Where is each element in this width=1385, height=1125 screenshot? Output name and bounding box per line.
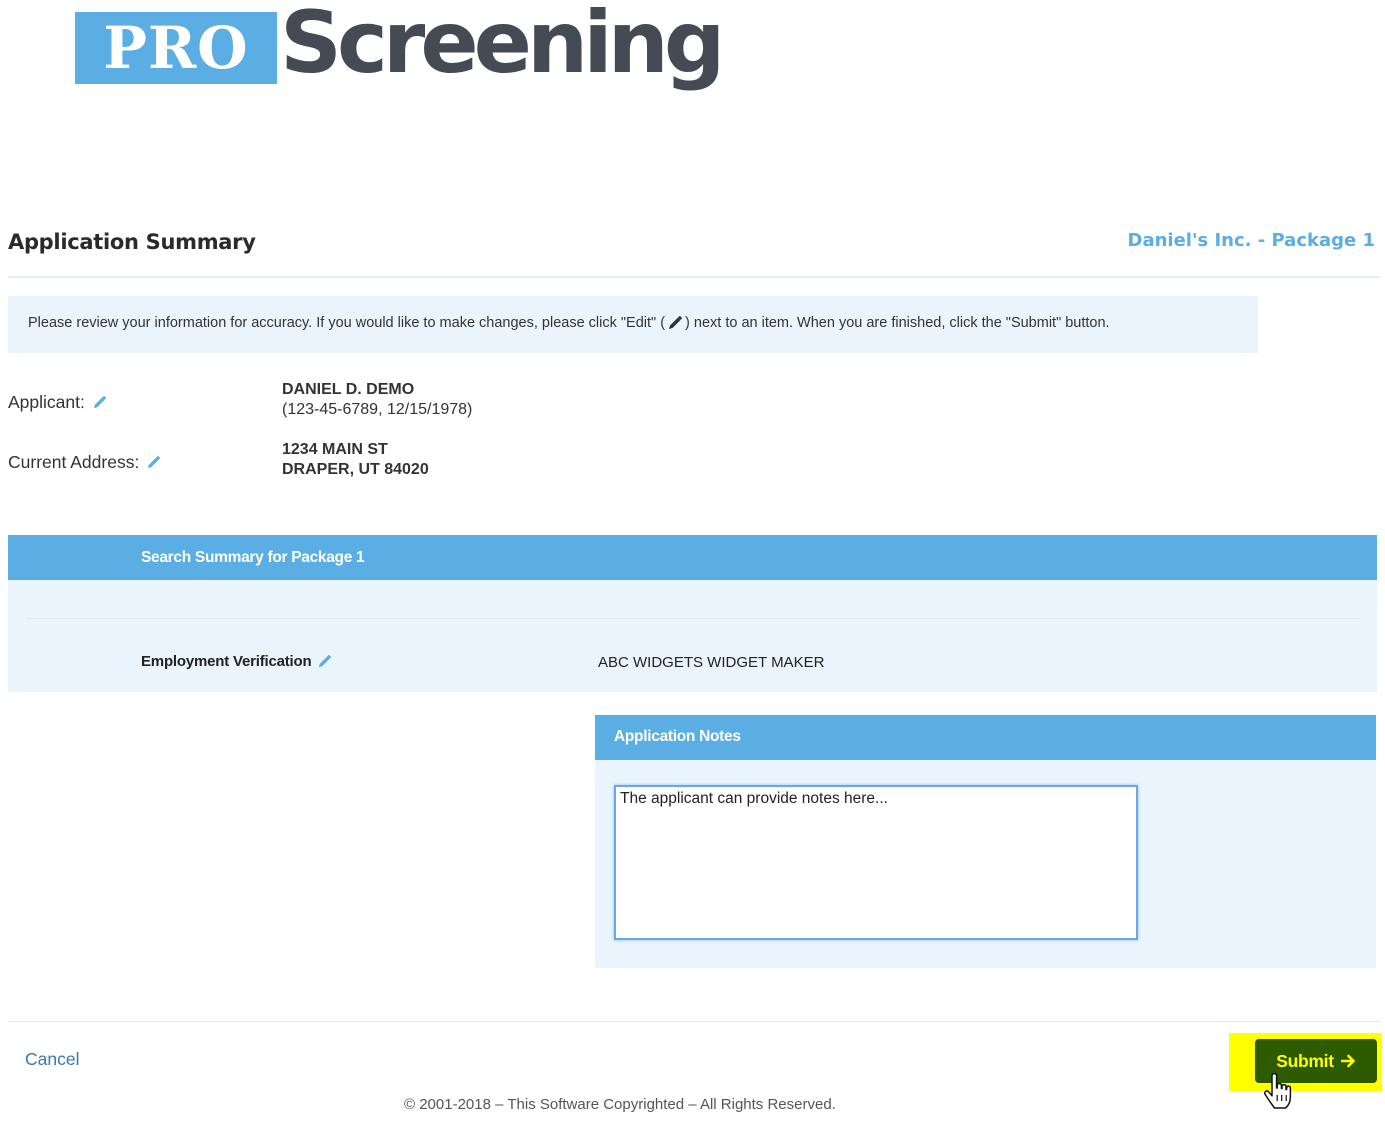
search-item-value: ABC WIDGETS WIDGET MAKER: [598, 654, 825, 671]
footer-divider: [8, 1021, 1380, 1022]
notes-header: Application Notes: [595, 715, 1376, 760]
logo-screening-text: Screening: [280, 0, 725, 93]
address-value: 1234 MAIN ST DRAPER, UT 84020: [282, 440, 429, 480]
package-name: Daniel's Inc. - Package 1: [1127, 230, 1376, 251]
info-text-before: Please review your information for accur…: [28, 315, 666, 331]
search-summary-body: Employment Verification ABC WIDGETS WIDG…: [8, 580, 1377, 692]
applicant-value: DANIEL D. DEMO (123-45-6789, 12/15/1978): [282, 380, 472, 420]
row-divider: [26, 618, 1359, 619]
notes-textarea[interactable]: [614, 785, 1138, 940]
info-text-after: ) next to an item. When you are finished…: [685, 315, 1110, 331]
pencil-icon[interactable]: [146, 455, 161, 470]
address-line1: 1234 MAIN ST: [282, 441, 388, 458]
search-summary-header: Search Summary for Package 1: [8, 535, 1377, 580]
notes-title: Application Notes: [614, 728, 741, 745]
info-text: Please review your information for accur…: [28, 315, 1110, 331]
cancel-link[interactable]: Cancel: [25, 1049, 79, 1070]
page-title: Application Summary: [8, 230, 256, 254]
pencil-icon: [669, 316, 682, 329]
search-item-label-row: Employment Verification: [141, 653, 332, 670]
info-banner: Please review your information for accur…: [8, 296, 1258, 353]
copyright: © 2001-2018 – This Software Copyrighted …: [404, 1096, 836, 1113]
logo-pro-text: PRO: [103, 14, 249, 82]
address-line2: DRAPER, UT 84020: [282, 461, 429, 478]
applicant-label: Applicant:: [8, 392, 85, 412]
hand-pointer-icon: [1263, 1073, 1292, 1109]
arrow-right-icon: [1340, 1054, 1355, 1068]
submit-label: Submit: [1276, 1050, 1334, 1071]
applicant-label-row: Applicant:: [8, 392, 107, 413]
address-label-row: Current Address:: [8, 452, 161, 473]
address-label: Current Address:: [8, 452, 140, 472]
applicant-details: (123-45-6789, 12/15/1978): [282, 401, 473, 418]
search-item-label: Employment Verification: [141, 653, 312, 670]
pencil-icon[interactable]: [317, 654, 332, 669]
applicant-name: DANIEL D. DEMO: [282, 381, 415, 398]
pencil-icon[interactable]: [92, 395, 107, 410]
search-summary-title: Search Summary for Package 1: [141, 549, 365, 566]
header-divider: [8, 276, 1380, 278]
logo-pro-box: PRO: [75, 12, 277, 84]
